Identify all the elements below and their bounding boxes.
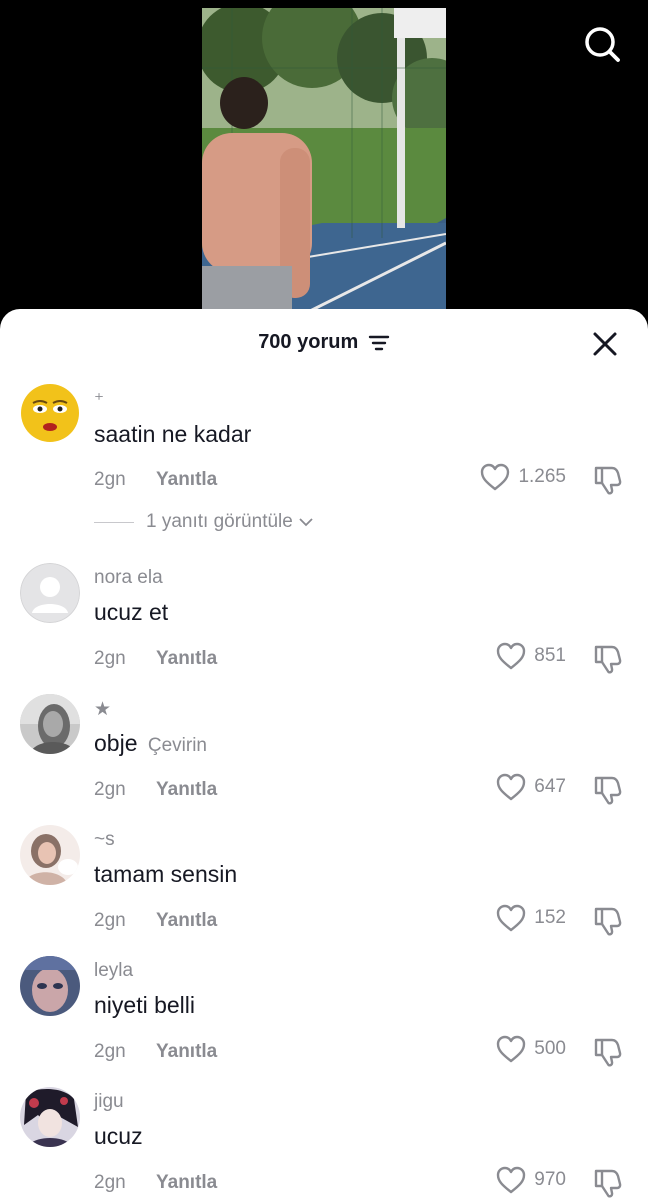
view-replies-label: 1 yanıtı görüntüle: [146, 511, 293, 532]
dislike-button[interactable]: [592, 463, 624, 495]
heart-icon: [497, 1035, 526, 1063]
comment-text: saatin ne kadar: [94, 421, 251, 448]
like-count: 152: [534, 907, 566, 928]
comment-username[interactable]: leyla: [94, 960, 133, 982]
comment-time: 2gn: [94, 1172, 126, 1193]
thumbs-down-icon: [594, 1038, 622, 1067]
dislike-button[interactable]: [592, 642, 624, 674]
heart-icon: [481, 463, 510, 491]
like-count: 970: [534, 1169, 566, 1190]
avatar[interactable]: [20, 956, 80, 1016]
avatar[interactable]: [20, 563, 80, 623]
thumbs-down-icon: [594, 776, 622, 805]
sort-icon[interactable]: [368, 334, 390, 352]
like-button[interactable]: 851: [496, 642, 566, 670]
reply-button[interactable]: Yanıtla: [156, 469, 217, 491]
comment-text: tamam sensin: [94, 861, 237, 888]
comment-body: saatin ne kadar: [94, 421, 252, 447]
comment-time: 2gn: [94, 648, 126, 669]
app-root: 700 yorum ⁺ saatin ne kadar 2gn Yanıtla …: [0, 0, 648, 1200]
avatar[interactable]: [20, 383, 80, 443]
comment-text: niyeti belli: [94, 992, 195, 1019]
comment-text: ucuz: [94, 1123, 143, 1150]
like-button[interactable]: 152: [496, 904, 566, 932]
comment-username[interactable]: nora ela: [94, 567, 163, 589]
comment-username[interactable]: ★: [94, 698, 111, 721]
comment-item: nora ela ucuz et 2gn Yanıtla 851: [0, 559, 648, 690]
comment-item: ★ obje Çevirin 2gn Yanıtla 647: [0, 690, 648, 821]
reply-button[interactable]: Yanıtla: [156, 910, 217, 932]
reply-button[interactable]: Yanıtla: [156, 1172, 217, 1194]
reply-button[interactable]: Yanıtla: [156, 648, 217, 670]
heart-icon: [497, 1166, 526, 1194]
comment-text: ucuz et: [94, 599, 168, 626]
video-area[interactable]: [0, 0, 648, 320]
comment-item: leyla niyeti belli 2gn Yanıtla 500: [0, 952, 648, 1083]
comment-time: 2gn: [94, 469, 126, 490]
comment-item: jigu ucuz 2gn Yanıtla 970: [0, 1083, 648, 1200]
like-count: 1.265: [518, 466, 566, 487]
dislike-button[interactable]: [592, 1035, 624, 1067]
comment-time: 2gn: [94, 1041, 126, 1062]
thumbs-down-icon: [594, 1169, 622, 1198]
heart-icon: [497, 904, 526, 932]
comment-body: ucuz et: [94, 599, 169, 625]
comment-body: obje: [94, 730, 138, 756]
comment-count: 700 yorum: [258, 331, 359, 354]
avatar[interactable]: [20, 825, 80, 885]
comment-username[interactable]: ~s: [94, 829, 115, 851]
chevron-down-icon: [299, 518, 313, 527]
reply-button[interactable]: Yanıtla: [156, 1041, 217, 1063]
reply-button[interactable]: Yanıtla: [156, 779, 217, 801]
like-count: 500: [534, 1038, 566, 1059]
comment-time: 2gn: [94, 910, 126, 931]
comment-username[interactable]: ⁺: [94, 389, 104, 412]
search-icon: [585, 27, 620, 62]
like-count: 647: [534, 776, 566, 797]
close-icon: [593, 332, 617, 356]
comments-sheet: 700 yorum ⁺ saatin ne kadar 2gn Yanıtla …: [0, 309, 648, 1200]
comment-count-title[interactable]: 700 yorum: [0, 331, 648, 354]
comment-username[interactable]: jigu: [94, 1091, 124, 1113]
comment-time: 2gn: [94, 779, 126, 800]
like-button[interactable]: 970: [496, 1166, 566, 1194]
video-thumbnail[interactable]: [202, 8, 446, 320]
thumbs-down-icon: [594, 907, 622, 936]
avatar[interactable]: [20, 694, 80, 754]
heart-icon: [497, 642, 526, 670]
translate-link[interactable]: Çevirin: [148, 735, 207, 756]
comment-body: tamam sensin: [94, 861, 238, 887]
thumbs-down-icon: [594, 466, 622, 495]
avatar[interactable]: [20, 1087, 80, 1147]
replies-divider: [94, 521, 134, 523]
dislike-button[interactable]: [592, 773, 624, 805]
dislike-button[interactable]: [592, 1166, 624, 1198]
comment-text: obje Çevirin: [94, 730, 207, 757]
view-replies-button[interactable]: 1 yanıtı görüntüle: [94, 511, 313, 533]
comments-header: 700 yorum: [0, 309, 648, 379]
comment-item: ~s tamam sensin 2gn Yanıtla 152: [0, 821, 648, 952]
like-button[interactable]: 500: [496, 1035, 566, 1063]
thumbs-down-icon: [594, 645, 622, 674]
like-button[interactable]: 647: [496, 773, 566, 801]
like-count: 851: [534, 645, 566, 666]
dislike-button[interactable]: [592, 904, 624, 936]
comment-item: ⁺ saatin ne kadar 2gn Yanıtla 1.265 1 ya…: [0, 379, 648, 579]
like-button[interactable]: 1.265: [480, 463, 566, 491]
close-button[interactable]: [590, 329, 620, 359]
comment-body: niyeti belli: [94, 992, 195, 1018]
search-button[interactable]: [582, 24, 622, 64]
comment-body: ucuz: [94, 1123, 143, 1149]
heart-icon: [497, 773, 526, 801]
